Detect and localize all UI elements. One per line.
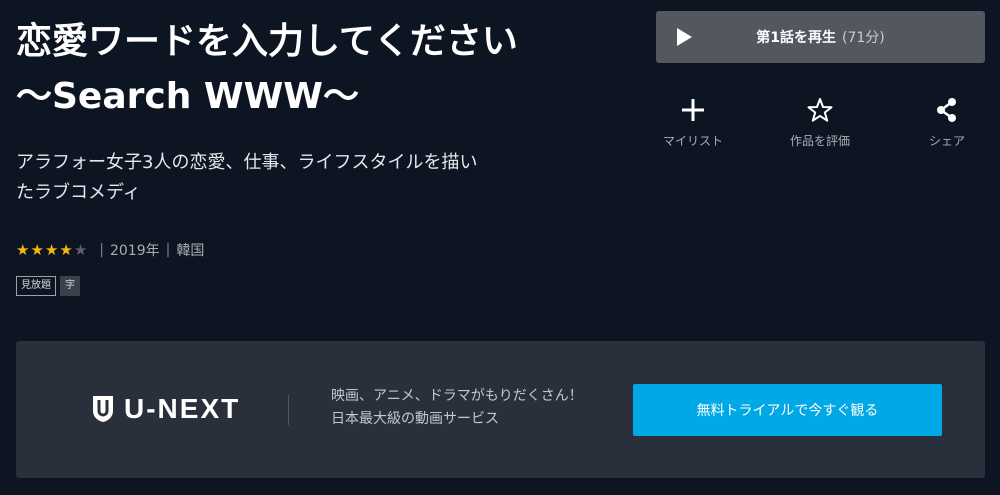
description-line-2: たラブコメディ (16, 182, 141, 203)
share-button[interactable]: シェア (892, 96, 1000, 149)
promo-banner: U-NEXT 映画、アニメ、ドラマがもりだくさん！ 日本最大級の動画サービス 無… (16, 341, 985, 478)
subtitle-badge: 字 (60, 276, 80, 296)
description: アラフォー女子3人の恋愛、仕事、ライフスタイルを描い たラブコメディ (16, 148, 546, 208)
share-label: シェア (928, 134, 965, 148)
tagline-line-2: 日本最大級の動画サービス (331, 411, 499, 427)
play-label: 第1話を再生 (756, 30, 836, 46)
mylist-label: マイリスト (662, 134, 723, 148)
description-line-1: アラフォー女子3人の恋愛、仕事、ライフスタイルを描い (16, 152, 478, 173)
u-next-shield-icon (93, 396, 113, 422)
badge-row: 見放題 字 (16, 276, 80, 296)
logo-text: U-NEXT (124, 393, 241, 424)
rate-label: 作品を評価 (789, 134, 850, 148)
meta-row: ★ ★ ★ ★ ★ | 2019年 | 韓国 (16, 240, 204, 260)
meta-separator: | (99, 242, 104, 258)
plus-icon (682, 99, 704, 121)
play-icon (677, 28, 692, 46)
unlimited-badge: 見放題 (16, 276, 56, 296)
u-next-logo: U-NEXT (92, 393, 240, 425)
star-rating: ★ ★ ★ ★ ★ (16, 240, 87, 260)
star-outline-icon (807, 98, 833, 122)
play-episode-button[interactable]: 第1話を再生 (71分) (656, 11, 985, 63)
play-duration: (71分) (842, 30, 885, 46)
banner-tagline: 映画、アニメ、ドラマがもりだくさん！ 日本最大級の動画サービス (331, 385, 583, 431)
title-line-2: 〜Search WWW〜 (16, 76, 360, 117)
star-icon: ★ (30, 241, 44, 259)
meta-separator: | (165, 242, 171, 258)
page-title: 恋愛ワードを入力してください 〜Search WWW〜 (16, 14, 616, 124)
country: 韓国 (176, 243, 205, 259)
free-trial-button[interactable]: 無料トライアルで今すぐ観る (633, 384, 942, 436)
star-icon: ★ (44, 241, 59, 259)
release-year: 2019年 (109, 243, 160, 259)
tagline-line-1: 映画、アニメ、ドラマがもりだくさん！ (331, 388, 583, 404)
rate-button[interactable]: 作品を評価 (765, 96, 875, 149)
banner-divider (288, 395, 289, 425)
star-icon: ★ (59, 241, 73, 259)
title-line-1: 恋愛ワードを入力してください (16, 21, 518, 62)
share-icon (937, 98, 956, 122)
star-icon: ★ (73, 241, 88, 259)
star-icon: ★ (16, 241, 30, 259)
mylist-button[interactable]: マイリスト (638, 96, 748, 149)
